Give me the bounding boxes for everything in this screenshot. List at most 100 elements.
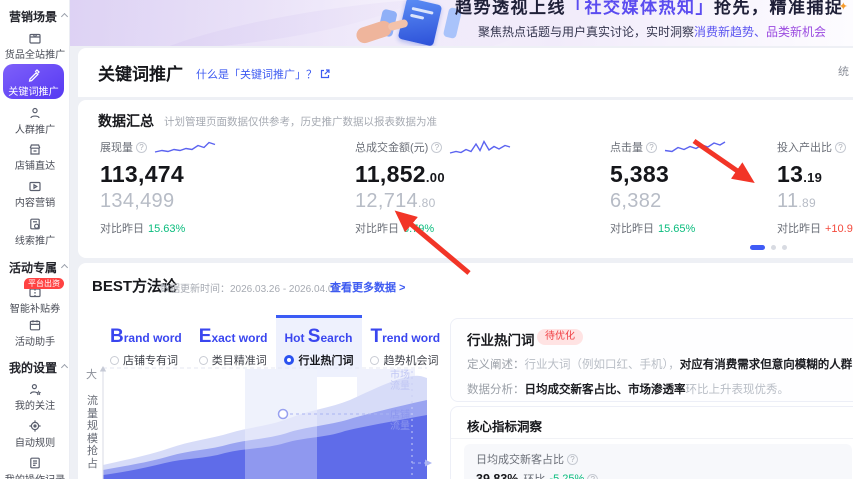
metric-prev-value: 12,714 [355, 190, 418, 212]
tab-en-pre: Hot [284, 331, 308, 345]
definition-line: 定义阐述：行业大词（例如口红、手机），对应有消费需求但意向模糊的人群，拉新效果显… [467, 356, 853, 372]
sidebar-item-leads[interactable]: 线索推广 [0, 217, 70, 248]
sidebar-item-operation-log[interactable]: 我的操作记录 [0, 456, 70, 479]
help-icon[interactable]: ? [835, 141, 846, 153]
summary-title: 数据汇总 [98, 113, 154, 129]
sidebar-item-label: 关键词推广 [8, 86, 59, 98]
metric-prev-dec: .80 [417, 196, 436, 210]
help-icon[interactable]: ? [587, 473, 599, 479]
sidebar-section-marketing[interactable]: 营销场景 [9, 8, 69, 25]
dot-active[interactable] [750, 245, 765, 250]
platform-funded-badge: 平台出资 [24, 278, 64, 289]
tab-en-rest: rand word [123, 331, 182, 345]
metric-label: 展现量 [100, 142, 133, 154]
dot[interactable] [782, 245, 787, 250]
sidebar-item-label: 店铺直达 [14, 160, 56, 172]
core-panel-title: 核心指标洞察 [467, 420, 543, 434]
sidebar-item-label: 线索推广 [14, 235, 56, 247]
person-icon [0, 106, 70, 120]
metric-prev-value: 134,499 [100, 190, 175, 212]
calendar-icon [0, 318, 70, 332]
compare-label: 对比昨日 [355, 223, 399, 235]
help-icon[interactable]: ? [646, 141, 657, 153]
series-label-store-traffic: 店铺流量 [390, 410, 410, 432]
metric-delta: +10.93% [825, 223, 853, 235]
core-metric-label: 日均成交新客占比 [476, 454, 564, 466]
dot[interactable] [771, 245, 776, 250]
sparkline [664, 141, 726, 153]
metric-label: 总成交金额(元) [355, 142, 429, 154]
sidebar-item-store-direct[interactable]: 店铺直达 [0, 142, 70, 173]
industry-panel-title: 行业热门词 [467, 333, 535, 348]
sidebar-item-label: 人群推广 [14, 124, 56, 136]
core-metrics-panel: 核心指标洞察 日均成交新客占比? 39.83%环比-5.25%? 同行同层均值 … [450, 406, 853, 479]
metric-delta: 15.63% [148, 223, 186, 235]
tab-en-initial: T [370, 326, 383, 347]
metric-prev-value: 11 [777, 190, 799, 212]
sidebar-item-my-follow[interactable]: 我的关注 [0, 382, 70, 413]
sidebar-item-auto-rules[interactable]: 自动规则 [0, 419, 70, 450]
help-icon[interactable]: ? [431, 141, 443, 153]
tab-en-rest: rend word [382, 331, 441, 345]
core-metric-box: 日均成交新客占比? 39.83%环比-5.25%? 同行同层均值 34.34% [464, 444, 852, 479]
chevron-up-icon [60, 363, 69, 372]
sparkle-icon: ✦ [838, 1, 848, 13]
metric-value-dec: .19 [803, 170, 823, 185]
sparkline [154, 141, 216, 153]
section-label: 活动专属 [9, 261, 58, 275]
metric-prev-value: 6,382 [610, 190, 662, 212]
target-icon [0, 419, 70, 433]
promo-banner: 趋势透视上线「社交媒体热知」抢先，精准捕捉 聚焦热点话题与用户真实讨论，实时洞察… [70, 0, 853, 46]
tab-en-rest: xact word [211, 331, 268, 345]
sidebar-item-label: 我的操作记录 [1, 472, 68, 479]
data-summary-card: 数据汇总 计划管理页面数据仅供参考，历史推广数据以报表数据为准 展现量? 113… [78, 100, 853, 258]
banner-title-pre: 趋势透视上线 [455, 0, 566, 17]
best-methodology-card: BEST方法论 数据更新时间：2026.03.26 - 2026.04.01 查… [78, 263, 853, 479]
carousel-dots[interactable] [750, 245, 787, 250]
analysis-gray-text: 环比上升表现优秀。 [685, 384, 790, 396]
metric-value: 13 [777, 161, 804, 187]
best-update-time: 数据更新时间：2026.03.26 - 2026.04.01 [160, 284, 339, 295]
traffic-scale-chart: 大 流量规模抢占 市场流量 店铺流量 [85, 362, 433, 479]
external-link-icon[interactable] [320, 69, 330, 82]
sidebar-item-audience[interactable]: 人群推广 [0, 106, 70, 137]
sidebar-item-keyword[interactable]: 关键词推广 [3, 64, 64, 99]
section-label: 我的设置 [9, 361, 58, 375]
compare-label: 对比昨日 [610, 223, 654, 235]
sidebar-item-full-site[interactable]: 货品全站推广 [0, 31, 70, 62]
banner-subtitle-pre: 聚焦热点话题与用户真实讨论，实时洞察 [478, 25, 695, 39]
chevron-up-icon [60, 12, 69, 21]
metric-gmv: 总成交金额(元)? 11,852.00 12,714.80 对比昨日 6.79% [355, 138, 605, 236]
sidebar-item-content[interactable]: 内容营销 [0, 179, 70, 210]
page-header-card: 关键词推广 什么是「关键词推广」？ 统 [78, 48, 853, 97]
what-is-link-label: 什么是「关键词推广」？ [196, 69, 317, 81]
tab-en-rest: earch [320, 331, 353, 345]
sidebar-item-label: 智能补贴券 [9, 303, 61, 315]
sidebar-section-settings[interactable]: 我的设置 [9, 359, 69, 376]
help-icon[interactable]: ? [567, 453, 578, 465]
sidebar-item-activity-helper[interactable]: 活动助手 [0, 318, 70, 349]
to-optimize-badge: 待优化 [537, 329, 583, 345]
what-is-link[interactable]: 什么是「关键词推广」？ [196, 66, 330, 82]
sidebar-item-smart-coupon[interactable]: 平台出资 智能补贴券 [0, 278, 70, 316]
metric-roi: 投入产出比? 13.19 11.89 对比昨日 +10.93% [777, 138, 853, 236]
see-more-link[interactable]: 查看更多数据 > [330, 279, 405, 295]
sparkline [450, 139, 511, 154]
sidebar-item-label: 内容营销 [14, 197, 56, 209]
app-root: 营销场景 货品全站推广 关键词推广 人群推广 店铺直达 内容营销 线索推广 活动… [0, 0, 853, 479]
compare-label: 对比昨日 [777, 223, 821, 235]
clue-icon [0, 217, 70, 231]
analysis-label: 数据分析： [467, 384, 525, 396]
sidebar-section-activity[interactable]: 活动专属 [9, 259, 69, 276]
help-icon[interactable]: ? [136, 141, 147, 153]
box-icon [0, 31, 70, 45]
divider [451, 438, 853, 439]
series-label-market-traffic: 市场流量 [390, 370, 410, 392]
hand-graphic [354, 18, 394, 46]
sidebar: 营销场景 货品全站推广 关键词推广 人群推广 店铺直达 内容营销 线索推广 活动… [0, 0, 70, 479]
core-metric-value: 39.83% [476, 472, 519, 479]
metric-prev-dec: .89 [798, 196, 816, 210]
banner-title: 趋势透视上线「社交媒体热知」抢先，精准捕捉 [455, 0, 844, 18]
document-icon [0, 456, 70, 470]
metric-value: 113,474 [100, 161, 184, 187]
